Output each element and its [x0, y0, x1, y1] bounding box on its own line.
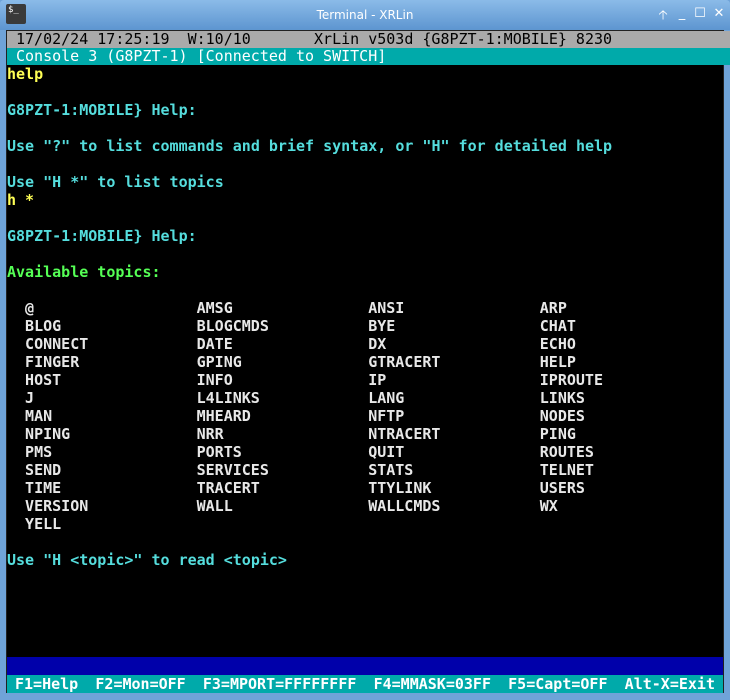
help-topic: PORTS	[196, 443, 242, 461]
help-topic: SERVICES	[196, 461, 269, 479]
help-topic: GPING	[196, 353, 242, 371]
terminal-line: Use "?" to list commands and brief synta…	[7, 137, 613, 155]
help-topic: NRR	[196, 425, 224, 443]
help-topic: CONNECT	[25, 335, 89, 353]
maximize-button[interactable]: ☐	[692, 6, 708, 21]
help-topic: ARP	[539, 299, 567, 317]
help-topic: TELNET	[539, 461, 594, 479]
help-topic: IPROUTE	[539, 371, 603, 389]
help-topic: J	[25, 389, 35, 407]
help-topic: GTRACERT	[368, 353, 441, 371]
function-key-3[interactable]: F3=MPORT=FFFFFFFF	[203, 675, 357, 693]
help-topic: CHAT	[539, 317, 576, 335]
help-topic: BLOG	[25, 317, 62, 335]
help-topic: WX	[539, 497, 558, 515]
function-key-6[interactable]: Alt-X=Exit	[625, 675, 715, 693]
terminal-line: Available topics:	[7, 263, 161, 281]
help-topic: AMSG	[196, 299, 233, 317]
help-topic: SEND	[25, 461, 62, 479]
help-topic: NPING	[25, 425, 71, 443]
function-key-bar: F1=Help F2=Mon=OFF F3=MPORT=FFFFFFFF F4=MMA…	[7, 675, 723, 693]
help-topic: ROUTES	[539, 443, 594, 461]
window-titlebar[interactable]: $_ Terminal - XRLin 🡡 _ ☐ ✕	[0, 0, 730, 30]
function-key-2[interactable]: F2=Mon=OFF	[95, 675, 185, 693]
help-topic: USERS	[539, 479, 585, 497]
function-key-5[interactable]: F5=Capt=OFF	[508, 675, 607, 693]
terminal-line: G8PZT-1:MOBILE} Help:	[7, 227, 197, 245]
help-topic: BYE	[368, 317, 396, 335]
help-topic: STATS	[368, 461, 414, 479]
window-title: Terminal - XRLin	[316, 8, 414, 22]
status-bar: 17/02/24 17:25:19 W:10/10 XrLin v503d {G…	[7, 31, 730, 48]
help-topic: L4LINKS	[196, 389, 260, 407]
terminal-screen[interactable]: 17/02/24 17:25:19 W:10/10 XrLin v503d {G…	[6, 30, 730, 693]
terminal-line: help	[7, 65, 44, 83]
help-topic: HOST	[25, 371, 62, 389]
help-topic: LINKS	[539, 389, 585, 407]
help-topic: NODES	[539, 407, 585, 425]
help-topic: DATE	[196, 335, 233, 353]
close-button[interactable]: ✕	[711, 6, 727, 21]
help-topic: ECHO	[539, 335, 576, 353]
help-topic: TTYLINK	[368, 479, 432, 497]
help-topic: MAN	[25, 407, 53, 425]
help-topic: INFO	[196, 371, 233, 389]
help-topic: FINGER	[25, 353, 80, 371]
help-topic: PMS	[25, 443, 53, 461]
help-topic: DX	[368, 335, 387, 353]
help-topic: NTRACERT	[368, 425, 441, 443]
function-key-4[interactable]: F4=MMASK=03FF	[374, 675, 491, 693]
help-topic: QUIT	[368, 443, 405, 461]
keep-above-button[interactable]: 🡡	[655, 6, 671, 28]
help-topic: TIME	[25, 479, 62, 497]
function-key-1[interactable]: F1=Help	[15, 675, 78, 693]
terminal-line: G8PZT-1:MOBILE} Help:	[7, 101, 197, 119]
help-topic: TRACERT	[196, 479, 260, 497]
help-topic: @	[25, 299, 35, 317]
terminal-line: Use "H *" to list topics	[7, 173, 224, 191]
input-bar[interactable]	[7, 657, 723, 675]
help-topic: NFTP	[368, 407, 405, 425]
help-topic: ANSI	[368, 299, 405, 317]
help-topic: WALLCMDS	[368, 497, 441, 515]
terminal-line: Use "H <topic>" to read <topic>	[7, 551, 287, 569]
help-topic: PING	[539, 425, 576, 443]
help-topic: WALL	[196, 497, 233, 515]
console-bar: Console 3 (G8PZT-1) [Connected to SWITCH…	[7, 48, 730, 65]
help-topic: BLOGCMDS	[196, 317, 269, 335]
minimize-button[interactable]: _	[674, 6, 690, 21]
terminal-line: h *	[7, 191, 35, 209]
help-topic: VERSION	[25, 497, 89, 515]
help-topic: MHEARD	[196, 407, 251, 425]
help-topic: IP	[368, 371, 387, 389]
help-topic: HELP	[539, 353, 576, 371]
help-topic: LANG	[368, 389, 405, 407]
help-topic: YELL	[25, 515, 62, 533]
